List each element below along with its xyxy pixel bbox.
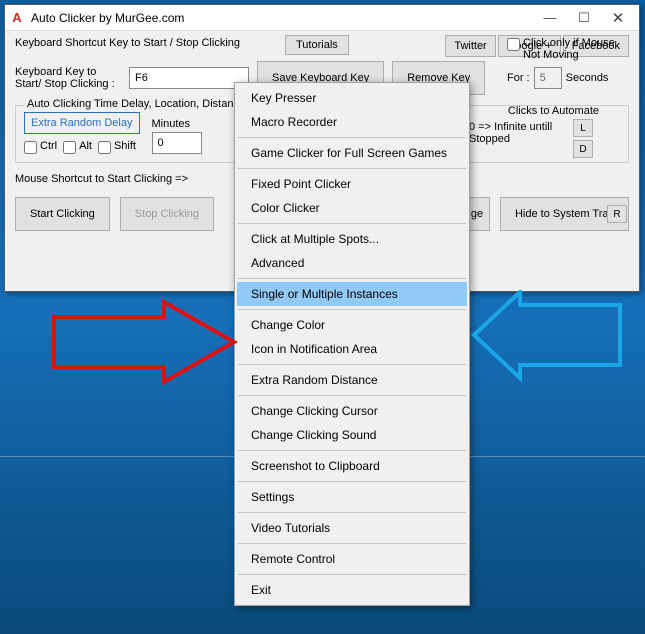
close-button[interactable]: ✕: [601, 7, 635, 29]
menu-item[interactable]: Game Clicker for Full Screen Games: [237, 141, 467, 165]
infinite-label: 0 => Infinite untill Stopped: [469, 119, 569, 145]
clicks-label: Clicks to Automate: [469, 105, 627, 117]
menu-item[interactable]: Macro Recorder: [237, 110, 467, 134]
extra-random-delay-button[interactable]: Extra Random Delay: [24, 112, 140, 134]
window-title: Auto Clicker by MurGee.com: [31, 11, 184, 25]
shift-checkbox[interactable]: Shift: [98, 140, 136, 154]
minutes-label: Minutes: [152, 118, 202, 130]
menu-item[interactable]: Extra Random Distance: [237, 368, 467, 392]
menu-item[interactable]: Fixed Point Clicker: [237, 172, 467, 196]
menu-item[interactable]: Settings: [237, 485, 467, 509]
for-input[interactable]: [534, 67, 562, 89]
menu-item[interactable]: Change Color: [237, 313, 467, 337]
stop-clicking-button[interactable]: Stop Clicking: [120, 197, 214, 231]
seconds-label: Seconds: [566, 72, 609, 84]
menu-item[interactable]: Change Clicking Cursor: [237, 399, 467, 423]
l-button[interactable]: L: [573, 119, 593, 137]
menu-item[interactable]: Screenshot to Clipboard: [237, 454, 467, 478]
for-label: For :: [507, 72, 530, 84]
click-only-checkbox[interactable]: Click only if Mouse Not Moving: [507, 37, 627, 61]
minimize-button[interactable]: —: [533, 7, 567, 29]
ctrl-checkbox[interactable]: Ctrl: [24, 140, 57, 154]
app-icon: A: [9, 10, 25, 26]
tutorials-button[interactable]: Tutorials: [285, 35, 349, 55]
menu-item[interactable]: Video Tutorials: [237, 516, 467, 540]
alt-checkbox[interactable]: Alt: [63, 140, 92, 154]
kb-key-label: Keyboard Key to Start/ Stop Clicking :: [15, 66, 121, 90]
menu-item[interactable]: Single or Multiple Instances: [237, 282, 467, 306]
minutes-input[interactable]: [152, 132, 202, 154]
menu-item[interactable]: Remote Control: [237, 547, 467, 571]
start-clicking-button[interactable]: Start Clicking: [15, 197, 110, 231]
maximize-button[interactable]: ☐: [567, 7, 601, 29]
menu-item[interactable]: Click at Multiple Spots...: [237, 227, 467, 251]
context-menu: Key PresserMacro Recorder Game Clicker fo…: [234, 82, 470, 606]
titlebar[interactable]: A Auto Clicker by MurGee.com — ☐ ✕: [5, 5, 639, 31]
menu-item[interactable]: Icon in Notification Area: [237, 337, 467, 361]
menu-item[interactable]: Key Presser: [237, 86, 467, 110]
r-button[interactable]: R: [607, 205, 627, 223]
red-arrow-annotation: [44, 297, 244, 417]
menu-item[interactable]: Color Clicker: [237, 196, 467, 220]
menu-item[interactable]: Change Clicking Sound: [237, 423, 467, 447]
d-button[interactable]: D: [573, 140, 593, 158]
blue-arrow-annotation: [470, 290, 630, 400]
menu-item[interactable]: Advanced: [237, 251, 467, 275]
kb-key-input[interactable]: [129, 67, 249, 89]
menu-item[interactable]: Exit: [237, 578, 467, 602]
twitter-button[interactable]: Twitter: [445, 35, 495, 57]
shortcut-label: Keyboard Shortcut Key to Start / Stop Cl…: [15, 35, 245, 49]
